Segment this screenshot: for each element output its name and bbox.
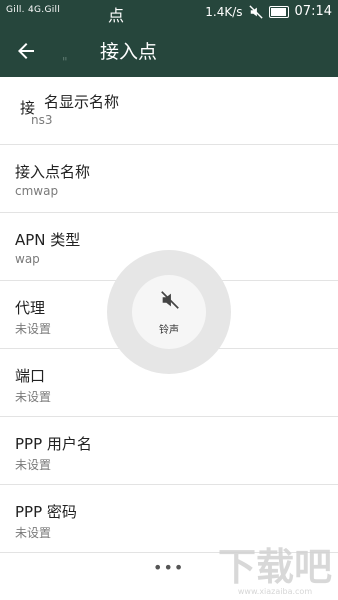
arrow-left-icon[interactable] xyxy=(14,39,38,63)
volume-popup-inner: 铃声 xyxy=(132,275,206,349)
item-value: 未设置 xyxy=(15,526,52,540)
item-label: 端口 xyxy=(15,367,46,385)
page-title: 接入点 xyxy=(100,41,158,63)
item-label: 名显示名称 xyxy=(44,93,120,111)
list-item-access-point-name[interactable]: 接入点名称 cmwap xyxy=(0,145,338,213)
item-label: PPP 用户名 xyxy=(15,435,92,453)
toolbar: " 接入点 xyxy=(0,25,338,77)
item-label: 接入点名称 xyxy=(15,163,91,181)
item-value: 未设置 xyxy=(15,390,52,404)
item-label: 代理 xyxy=(15,299,46,317)
watermark-logo: 下载吧 www.xiazaiba.com xyxy=(218,536,332,596)
clock: 07:14 xyxy=(294,4,332,19)
item-value: 未设置 xyxy=(15,458,52,472)
speaker-muted-icon[interactable] xyxy=(159,289,181,311)
list-item-ppp-username[interactable]: PPP 用户名 未设置 xyxy=(0,417,338,485)
status-bar: Gill. 4G.Gill 点 1.4K/s 07:14 xyxy=(0,0,338,25)
item-value: 未设置 xyxy=(15,322,52,336)
volume-label: 铃声 xyxy=(159,325,179,336)
item-value: wap xyxy=(15,252,40,266)
item-value: cmwap xyxy=(15,184,59,198)
mute-icon xyxy=(248,4,263,19)
more-icon[interactable]: ••• xyxy=(153,558,184,577)
item-label: PPP 密码 xyxy=(15,503,77,521)
item-label: APN 类型 xyxy=(15,231,81,249)
network-speed: 1.4K/s xyxy=(205,4,243,19)
item-value: ns3 xyxy=(31,113,53,127)
ghost-mark: " xyxy=(62,55,68,69)
battery-icon xyxy=(268,5,289,18)
watermark-text: 下载吧 xyxy=(217,545,332,589)
status-right: 1.4K/s 07:14 xyxy=(205,4,332,19)
volume-popup: 铃声 xyxy=(107,250,231,374)
list-item-apn-name[interactable]: 接 名显示名称 ns3 xyxy=(0,77,338,145)
signal-indicator: Gill. 4G.Gill xyxy=(6,5,61,15)
ghost-char: 点 xyxy=(108,6,125,25)
